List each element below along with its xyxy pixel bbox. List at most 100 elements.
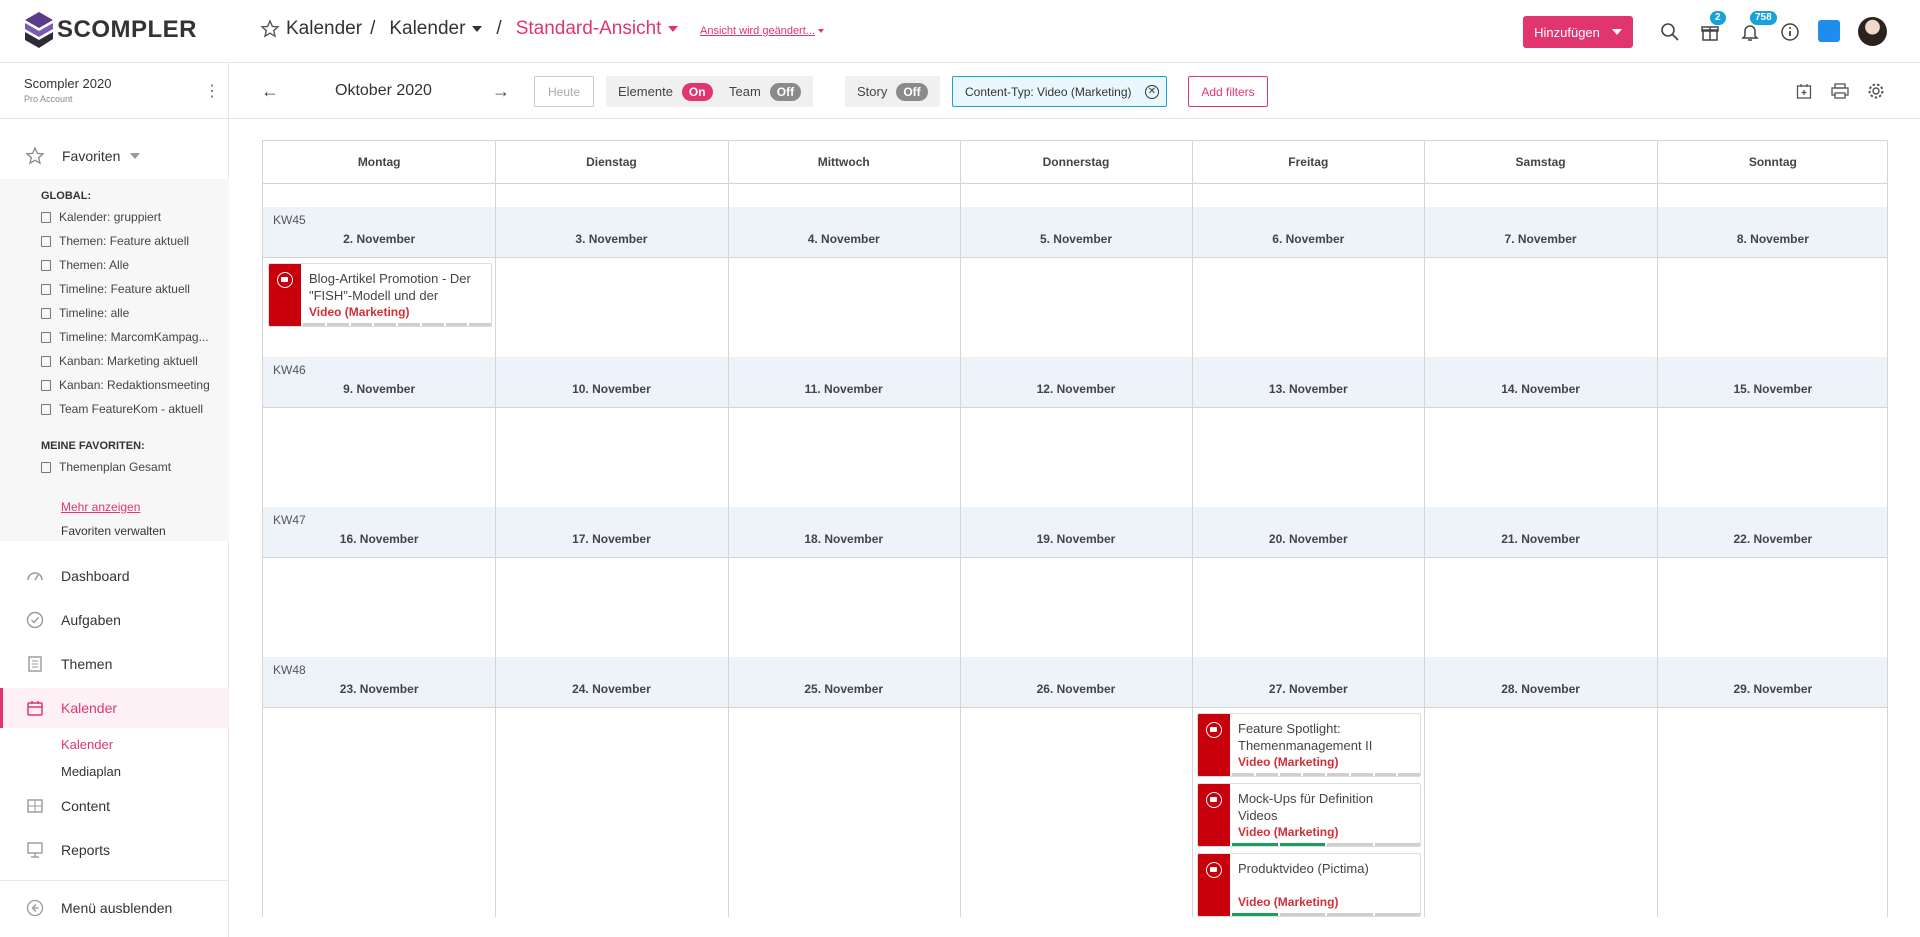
toggle-story[interactable]: Story Off [845,76,940,107]
toggle-elements-state: On [681,82,713,101]
nav-content[interactable]: Content [0,786,229,826]
toggle-elements[interactable]: Elemente On [606,76,725,107]
close-icon[interactable]: ✕ [1145,85,1159,99]
progress-segment [1279,913,1325,916]
event-card[interactable]: Feature Spotlight: Themenmanagement II Vi… [1197,713,1421,777]
event-card[interactable]: Produktvideo (Pictima) Video (Marketing) [1197,853,1421,917]
date-label[interactable]: 24. November [495,682,727,696]
date-label[interactable]: 4. November [728,232,960,246]
print-button[interactable] [1830,81,1850,101]
favorite-item[interactable]: Kanban: Marketing aktuell [41,354,226,368]
add-button[interactable]: Hinzufügen [1523,16,1633,48]
breadcrumb-calendar-dropdown[interactable]: Kalender [389,18,483,40]
nav-tasks[interactable]: Aufgaben [0,600,229,640]
date-label[interactable]: 19. November [960,532,1192,546]
date-label[interactable]: 6. November [1192,232,1424,246]
date-label[interactable]: 16. November [263,532,495,546]
date-label[interactable]: 26. November [960,682,1192,696]
event-card[interactable]: Mock-Ups für Definition Videos Video (Mar… [1197,783,1421,847]
favorite-item[interactable]: Kalender: gruppiert [41,210,226,224]
progress-segment [421,323,444,326]
event-card[interactable]: Blog-Artikel Promotion - Der "FISH"-Mode… [268,263,492,327]
date-label[interactable]: 9. November [263,382,495,396]
show-more-link[interactable]: Mehr anzeigen [61,500,140,514]
info-button[interactable] [1778,20,1802,44]
filter-chip-content-type[interactable]: Content-Typ: Video (Marketing) ✕ [952,76,1167,107]
nav-topics[interactable]: Themen [0,644,229,684]
favorite-item[interactable]: Team FeatureKom - aktuell [41,402,226,416]
date-label[interactable]: 20. November [1192,532,1424,546]
date-label[interactable]: 2. November [263,232,495,246]
date-label[interactable]: 27. November [1192,682,1424,696]
event-title: Feature Spotlight: Themenmanagement II [1238,721,1373,753]
favorite-item-label: Timeline: MarcomKampag... [59,330,209,344]
view-selector-dropdown[interactable]: Standard-Ansicht [516,18,679,40]
top-bar: SCOMPLER Kalender / Kalender / Standard-… [0,0,1920,63]
notifications-button[interactable]: 758 [1738,11,1777,44]
date-label[interactable]: 5. November [960,232,1192,246]
nav-dashboard[interactable]: Dashboard [0,556,229,596]
logo[interactable]: SCOMPLER [25,12,197,48]
date-label[interactable]: 28. November [1424,682,1656,696]
date-label[interactable]: 12. November [960,382,1192,396]
date-label[interactable]: 7. November [1424,232,1656,246]
date-label[interactable]: 21. November [1424,532,1656,546]
date-label[interactable]: 8. November [1657,232,1887,246]
prev-month-arrow-icon[interactable]: ← [261,81,279,102]
toggle-team[interactable]: Team Off [717,76,814,107]
add-date-button[interactable] [1794,81,1814,101]
event-type: Video (Marketing) [1238,755,1339,769]
date-label[interactable]: 23. November [263,682,495,696]
breadcrumb: Kalender / Kalender / Standard-Ansicht [260,18,679,40]
logo-text: SCOMPLER [57,16,198,43]
nav-calendar[interactable]: Kalender [0,688,229,728]
avatar[interactable] [1858,17,1887,46]
gear-icon [1868,83,1884,99]
date-label[interactable]: 29. November [1657,682,1887,696]
date-label[interactable]: 25. November [728,682,960,696]
date-label[interactable]: 10. November [495,382,727,396]
favorite-item[interactable]: Timeline: MarcomKampag... [41,330,226,344]
intercom-chat-icon[interactable] [1818,20,1840,42]
divider [0,880,229,881]
next-month-arrow-icon[interactable]: → [492,81,510,102]
hide-menu-button[interactable]: Menü ausblenden [0,888,229,928]
document-icon [26,655,44,673]
add-filters-button[interactable]: Add filters [1188,76,1268,107]
today-button[interactable]: Heute [534,76,594,107]
date-label[interactable]: 15. November [1657,382,1887,396]
breadcrumb-root[interactable]: Kalender [286,18,362,40]
date-label[interactable]: 11. November [728,382,960,396]
manage-favorites-link[interactable]: Favoriten verwalten [61,524,166,538]
favorite-item[interactable]: Themen: Alle [41,258,226,272]
search-button[interactable] [1658,20,1682,44]
column-divider [1424,141,1425,917]
nav-reports-label: Reports [61,842,111,858]
favorite-item-label: Themenplan Gesamt [59,460,172,474]
date-label[interactable]: 17. November [495,532,727,546]
nav-reports[interactable]: Reports [0,830,229,870]
date-label[interactable]: 13. November [1192,382,1424,396]
info-icon [1781,23,1799,41]
date-label[interactable]: 3. November [495,232,727,246]
view-changed-link[interactable]: Ansicht wird geändert... [700,25,824,37]
date-label[interactable]: 18. November [728,532,960,546]
favorite-item[interactable]: Themen: Feature aktuell [41,234,226,248]
account-switcher[interactable]: Scompler 2020 Pro Account [24,76,111,104]
subnav-calendar[interactable]: Kalender [61,737,113,752]
favorite-item[interactable]: Timeline: Feature aktuell [41,282,226,296]
more-vertical-icon[interactable]: ⋮ [204,81,220,101]
settings-button[interactable] [1866,81,1886,101]
nav-calendar-label: Kalender [61,700,118,716]
subnav-mediaplan[interactable]: Mediaplan [61,764,121,779]
favorite-item[interactable]: Timeline: alle [41,306,226,320]
nav-dashboard-label: Dashboard [61,568,130,584]
favorites-toggle[interactable]: Favoriten [25,146,141,166]
star-icon[interactable] [260,19,280,39]
favorite-item-label: Kanban: Marketing aktuell [59,354,198,368]
favorite-item[interactable]: Kanban: Redaktionsmeeting [41,378,226,392]
date-label[interactable]: 14. November [1424,382,1656,396]
favorite-item[interactable]: Themenplan Gesamt [41,460,226,474]
gifts-button[interactable]: 2 [1698,11,1726,44]
date-label[interactable]: 22. November [1657,532,1887,546]
